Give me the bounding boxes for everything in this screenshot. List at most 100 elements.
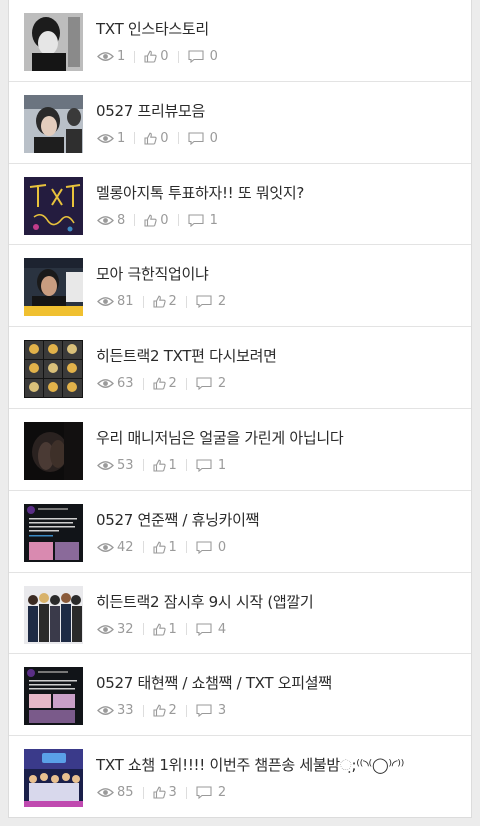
post-thumbnail[interactable]	[24, 258, 83, 317]
meta-divider	[185, 623, 187, 636]
thumbs-up-icon	[152, 786, 166, 799]
eye-icon	[97, 133, 114, 143]
view-count: 42	[97, 540, 134, 555]
like-count: 0	[144, 213, 169, 228]
list-item[interactable]: 우리 매니저님은 얼굴을 가린게 아닙니다 53 1 1	[9, 409, 471, 491]
list-item[interactable]: 0527 태현짹 / 쇼챔짹 / TXT 오피셜짹 33 2 3	[9, 654, 471, 737]
thumbs-up-icon	[152, 377, 166, 390]
list-item[interactable]: TXT 쇼챔 1위!!!! 이번주 챔픈송 세불밤ᨘ;⁽⁽◝⁽◯⁾◜⁾⁾ 85 …	[9, 736, 471, 818]
list-item[interactable]: 0527 프리뷰모음 1 0 0	[9, 82, 471, 164]
comment-count: 0	[188, 131, 218, 146]
meta-divider	[142, 459, 144, 472]
meta-divider	[134, 50, 136, 63]
comment-icon	[196, 541, 212, 554]
comment-count: 4	[196, 622, 226, 637]
view-count: 1	[97, 49, 125, 64]
post-title[interactable]: TXT 인스타스토리	[96, 18, 463, 39]
list-item[interactable]: 히든트랙2 잠시후 9시 시작 (앱깔기 32 1 4	[9, 573, 471, 655]
comment-icon	[196, 459, 212, 472]
thumbs-up-icon	[144, 132, 157, 145]
post-meta: 42 1 0	[97, 540, 226, 555]
view-count: 53	[97, 458, 134, 473]
comment-icon	[196, 295, 212, 309]
eye-icon	[97, 706, 114, 716]
list-item[interactable]: 히든트랙2 TXT편 다시보려면 63 2 2	[9, 327, 471, 409]
meta-divider	[177, 50, 179, 63]
post-meta: 63 2 2	[97, 376, 226, 391]
meta-divider	[142, 377, 144, 390]
meta-divider	[185, 704, 187, 717]
view-count: 32	[97, 622, 134, 637]
eye-icon	[97, 788, 114, 798]
meta-divider	[142, 295, 144, 308]
view-count: 81	[97, 294, 134, 309]
like-count: 2	[152, 376, 177, 391]
like-count: 1	[152, 458, 177, 473]
post-title[interactable]: 0527 연준짹 / 휴닝카이짹	[96, 509, 463, 530]
comment-icon	[188, 132, 204, 145]
eye-icon	[97, 215, 114, 225]
view-count: 8	[97, 213, 125, 228]
post-title[interactable]: 모아 극한직업이냐	[96, 263, 463, 284]
meta-divider	[142, 623, 144, 636]
eye-icon	[97, 624, 114, 634]
list-item[interactable]: 0527 연준짹 / 휴닝카이짹 42 1 0	[9, 491, 471, 573]
post-thumbnail[interactable]	[24, 176, 83, 235]
meta-divider	[185, 541, 187, 554]
post-thumbnail[interactable]	[24, 340, 83, 399]
eye-icon	[97, 52, 114, 61]
thumbs-up-icon	[152, 296, 166, 308]
eye-icon	[97, 542, 114, 552]
comment-icon	[196, 377, 212, 391]
post-thumbnail[interactable]	[24, 749, 83, 808]
post-meta: 1 0 0	[97, 131, 218, 146]
meta-divider	[177, 214, 179, 227]
comment-icon	[196, 623, 212, 636]
comment-count: 1	[196, 458, 226, 473]
thumbs-up-icon	[152, 459, 166, 472]
like-count: 0	[144, 131, 169, 146]
view-count: 85	[97, 785, 134, 800]
meta-divider	[142, 541, 144, 554]
post-title[interactable]: 히든트랙2 TXT편 다시보려면	[96, 345, 463, 366]
like-count: 2	[152, 703, 177, 718]
like-count: 2	[152, 294, 177, 309]
view-count: 63	[97, 376, 134, 391]
meta-divider	[185, 786, 187, 799]
post-title[interactable]: 0527 태현짹 / 쇼챔짹 / TXT 오피셜짹	[96, 672, 463, 693]
comment-count: 2	[196, 785, 226, 800]
post-thumbnail[interactable]	[24, 585, 83, 644]
comment-count: 3	[196, 703, 226, 718]
post-title[interactable]: TXT 쇼챔 1위!!!! 이번주 챔픈송 세불밤ᨘ;⁽⁽◝⁽◯⁾◜⁾⁾	[96, 754, 463, 775]
post-thumbnail[interactable]	[24, 13, 83, 71]
meta-divider	[134, 214, 136, 227]
thumbs-up-icon	[152, 541, 166, 554]
like-count: 1	[152, 540, 177, 555]
post-meta: 1 0 0	[97, 49, 218, 64]
post-title[interactable]: 멜롱아지톡 투표하자!! 또 뭐잇지?	[96, 182, 463, 203]
view-count: 33	[97, 703, 134, 718]
post-title[interactable]: 우리 매니저님은 얼굴을 가린게 아닙니다	[96, 427, 463, 448]
meta-divider	[142, 786, 144, 799]
meta-divider	[142, 704, 144, 717]
post-thumbnail[interactable]	[24, 94, 83, 153]
post-title[interactable]: 히든트랙2 잠시후 9시 시작 (앱깔기	[96, 591, 463, 612]
comment-icon	[196, 786, 212, 800]
comment-count: 2	[196, 376, 226, 391]
post-thumbnail[interactable]	[24, 667, 83, 726]
post-list: TXT 인스타스토리 1 0 0 0527 프리뷰모음 1 0 0 멜롱아지톡 …	[8, 0, 472, 818]
post-meta: 33 2 3	[97, 703, 226, 718]
list-item[interactable]: 멜롱아지톡 투표하자!! 또 뭐잇지? 8 0 1	[9, 164, 471, 246]
list-item[interactable]: TXT 인스타스토리 1 0 0	[9, 0, 471, 82]
comment-count: 0	[188, 49, 218, 64]
meta-divider	[177, 132, 179, 145]
view-count: 1	[97, 131, 125, 146]
thumbs-up-icon	[144, 214, 157, 227]
post-thumbnail[interactable]	[24, 421, 83, 480]
post-title[interactable]: 0527 프리뷰모음	[96, 100, 463, 121]
list-item[interactable]: 모아 극한직업이냐 81 2 2	[9, 245, 471, 328]
post-meta: 53 1 1	[97, 458, 226, 473]
post-thumbnail[interactable]	[24, 503, 83, 562]
meta-divider	[185, 377, 187, 390]
meta-divider	[185, 459, 187, 472]
